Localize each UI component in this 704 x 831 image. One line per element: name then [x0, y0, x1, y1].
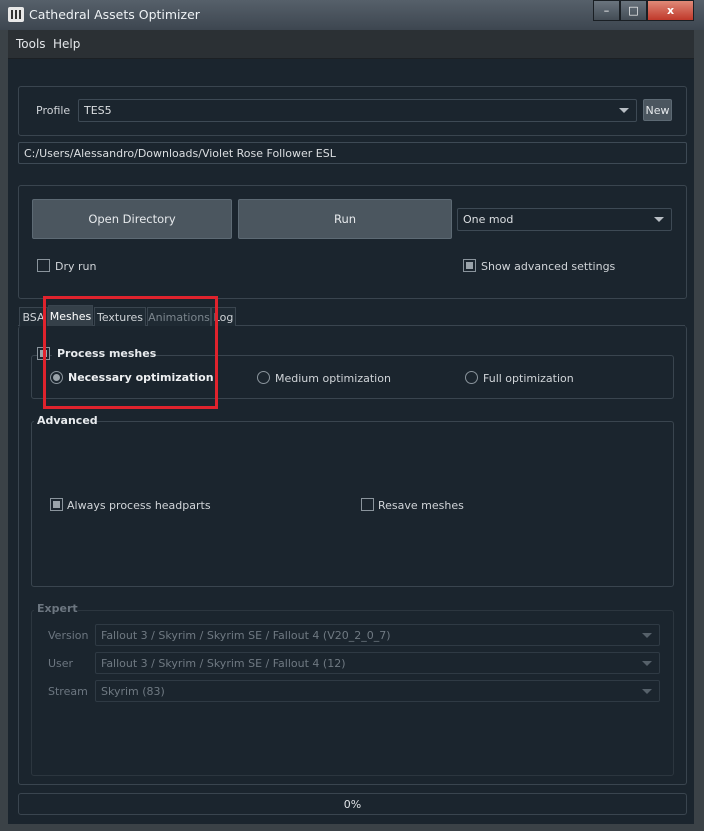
open-directory-button[interactable]: Open Directory [32, 199, 232, 239]
version-label: Version [48, 629, 89, 642]
mode-value: One mod [463, 213, 514, 226]
new-profile-button[interactable]: New [643, 99, 672, 121]
progress-text: 0% [343, 798, 362, 811]
directory-path-value: C:/Users/Alessandro/Downloads/Violet Ros… [24, 147, 336, 160]
version-value: Fallout 3 / Skyrim / Skyrim SE / Fallout… [101, 629, 391, 642]
maximize-button[interactable]: □ [620, 0, 647, 21]
close-button[interactable]: x [647, 0, 694, 21]
show-advanced-checkbox[interactable] [463, 259, 476, 272]
window-title: Cathedral Assets Optimizer [29, 7, 200, 22]
stream-select[interactable]: Skyrim (83) [95, 680, 660, 702]
app-icon [8, 7, 24, 22]
resave-meshes-label: Resave meshes [378, 499, 464, 512]
chevron-down-icon [642, 633, 652, 638]
minimize-button[interactable]: – [593, 0, 620, 21]
show-advanced-label: Show advanced settings [481, 260, 616, 273]
menu-tools[interactable]: Tools [16, 37, 46, 51]
run-button[interactable]: Run [238, 199, 452, 239]
full-optimization-label: Full optimization [483, 372, 574, 385]
dry-run-checkbox[interactable] [37, 259, 50, 272]
menu-help[interactable]: Help [53, 37, 80, 51]
user-value: Fallout 3 / Skyrim / Skyrim SE / Fallout… [101, 657, 346, 670]
medium-optimization-radio[interactable] [257, 371, 270, 384]
version-select[interactable]: Fallout 3 / Skyrim / Skyrim SE / Fallout… [95, 624, 660, 646]
profile-value: TES5 [84, 104, 112, 117]
stream-label: Stream [48, 685, 88, 698]
always-headparts-checkbox[interactable] [50, 498, 63, 511]
highlight-annotation [43, 296, 218, 409]
progress-bar: 0% [18, 793, 687, 815]
menu-bar: Tools Help [8, 30, 694, 59]
stream-value: Skyrim (83) [101, 685, 165, 698]
user-select[interactable]: Fallout 3 / Skyrim / Skyrim SE / Fallout… [95, 652, 660, 674]
chevron-down-icon [654, 217, 664, 222]
profile-select[interactable]: TES5 [78, 99, 637, 122]
chevron-down-icon [619, 108, 629, 113]
dry-run-label: Dry run [55, 260, 97, 273]
medium-optimization-label: Medium optimization [275, 372, 391, 385]
chevron-down-icon [642, 689, 652, 694]
mode-select[interactable]: One mod [457, 208, 672, 231]
full-optimization-radio[interactable] [465, 371, 478, 384]
always-headparts-label: Always process headparts [67, 499, 211, 512]
window-controls: – □ x [593, 0, 694, 21]
profile-label: Profile [36, 104, 71, 117]
advanced-title: Advanced [37, 414, 98, 427]
chevron-down-icon [642, 661, 652, 666]
expert-title: Expert [37, 602, 78, 615]
resave-meshes-checkbox[interactable] [361, 498, 374, 511]
directory-path-input[interactable]: C:/Users/Alessandro/Downloads/Violet Ros… [18, 142, 687, 164]
user-label: User [48, 657, 74, 670]
